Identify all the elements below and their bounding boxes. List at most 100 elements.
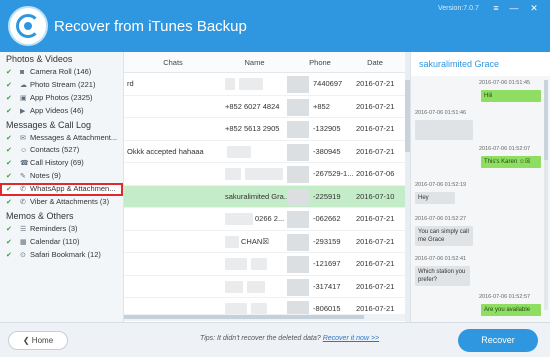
column-header-date[interactable]: Date — [353, 52, 397, 72]
chat-scrollbar[interactable] — [544, 80, 548, 310]
sidebar-item-camera-roll[interactable]: ✔ ◙ Camera Roll (146) — [0, 66, 123, 79]
checkbox-icon[interactable]: ✔ — [6, 252, 12, 259]
sidebar-item-calendar[interactable]: ✔ ▦ Calendar (110) — [0, 236, 123, 249]
sidebar-item-app-photos[interactable]: ✔ ▣ App Photos (2325) — [0, 92, 123, 105]
message-bubble-incoming — [415, 120, 473, 140]
cell-phone: -132905 — [287, 118, 353, 140]
sidebar-item-label: Viber & Attachments (3) — [30, 197, 110, 207]
cell-phone-text: -293159 — [313, 236, 341, 246]
note-icon: ✎ — [20, 173, 26, 181]
checkbox-icon[interactable]: ✔ — [6, 69, 12, 76]
recover-button[interactable]: Recover — [458, 329, 538, 352]
checkbox-icon[interactable]: ✔ — [6, 82, 12, 89]
table-header: Chats Name Phone Date — [124, 52, 405, 73]
redacted-block — [225, 78, 235, 91]
minimize-icon[interactable]: — — [508, 3, 520, 13]
sidebar-item-label: App Photos (2325) — [30, 92, 93, 102]
cell-chats — [124, 186, 222, 208]
cell-name — [222, 276, 287, 298]
message-timestamp: 2016-07-06 01:52:19 — [415, 182, 467, 188]
column-header-name[interactable]: Name — [222, 52, 287, 72]
sidebar-item-label: Safari Bookmark (12) — [30, 249, 101, 259]
sidebar-item-label: Reminders (3) — [30, 223, 78, 233]
recover-now-link[interactable]: Recover it now >> — [323, 335, 379, 342]
cell-phone-text: -380945 — [313, 146, 341, 156]
message-timestamp: 2016-07-06 01:51:45 — [479, 80, 531, 86]
close-icon[interactable]: ✕ — [528, 3, 540, 13]
window-title: Recover from iTunes Backup — [54, 18, 247, 35]
checkbox-icon[interactable]: ✔ — [6, 160, 12, 167]
contact-icon: ☺ — [20, 147, 28, 155]
bottom-bar: ❮ Home Tips: It didn't recover the delet… — [0, 322, 550, 357]
sidebar-item-photo-stream[interactable]: ✔ ☁ Photo Stream (221) — [0, 79, 123, 92]
table-row[interactable]: rd 7440697 2016-07-21 ... — [124, 73, 405, 96]
redacted-block — [225, 280, 243, 293]
cell-phone-text: -132905 — [313, 124, 341, 133]
cell-chats — [124, 253, 222, 275]
cell-date: 2016-07-21 ... — [356, 146, 397, 156]
sidebar-item-notes[interactable]: ✔ ✎ Notes (9) — [0, 170, 123, 183]
cell-name — [222, 163, 287, 185]
checkbox-icon[interactable]: ✔ — [6, 239, 12, 246]
table-row[interactable]: Okkk accepted hahaaa -380945 2016-07-21 ..… — [124, 141, 405, 163]
checkbox-icon[interactable]: ✔ — [6, 147, 12, 154]
reminder-icon: ☰ — [20, 225, 27, 233]
list-horizontal-scrollbar[interactable] — [124, 314, 405, 320]
menu-icon[interactable]: ≡ — [490, 3, 502, 13]
home-button[interactable]: ❮ Home — [8, 331, 68, 350]
checkbox-icon[interactable]: ✔ — [6, 108, 12, 115]
sidebar-item-viber[interactable]: ✔ ✆ Viber & Attachments (3) — [0, 196, 123, 209]
cell-phone: -062662 — [287, 208, 353, 230]
checkbox-icon[interactable]: ✔ — [6, 226, 12, 233]
table-row[interactable]: +852 6027 4824 +852 2016-07-21 ... — [124, 96, 405, 118]
chevron-left-icon: ❮ — [22, 336, 32, 345]
table-row[interactable]: CHAN☒ -293159 2016-07-21 ... — [124, 231, 405, 253]
checkbox-icon[interactable]: ✔ — [6, 186, 12, 193]
cell-phone: -121697 — [287, 253, 353, 275]
app-logo-icon — [8, 6, 48, 46]
message-bubble-outgoing: Hiii — [481, 90, 541, 102]
calendar-icon: ▦ — [20, 238, 27, 246]
cell-name-text: sakuralimited Gra... — [225, 191, 287, 201]
checkbox-icon[interactable]: ✔ — [6, 199, 12, 206]
table-row[interactable]: 0266 2... -062662 2016-07-21 ... — [124, 208, 405, 231]
tips-message: Tips: It didn't recover the deleted data… — [200, 335, 321, 342]
redacted-block — [225, 168, 241, 181]
table-row[interactable]: sakuralimited Gra... -225919 2016-07-10 ..… — [124, 185, 405, 208]
sidebar-item-reminders[interactable]: ✔ ☰ Reminders (3) — [0, 223, 123, 236]
table-row[interactable]: -121697 2016-07-21 ... — [124, 253, 405, 276]
cell-name-text: 0266 2... — [255, 214, 285, 223]
cell-date: 2016-07-21 ... — [356, 79, 397, 88]
table-row[interactable]: -317417 2016-07-21 ... — [124, 276, 405, 298]
sidebar-item-app-videos[interactable]: ✔ ▶ App Videos (46) — [0, 105, 123, 118]
sidebar-item-label: Messages & Attachment... — [30, 132, 118, 142]
table-row[interactable]: -267529-1...2016-07-06 ... — [124, 163, 405, 186]
sidebar-item-whatsapp[interactable]: ✔ ✆ WhatsApp & Attachmen... — [0, 183, 123, 197]
cell-name: +852 6027 4824 — [222, 96, 287, 118]
title-bar: Recover from iTunes Backup Version:7.0.7… — [0, 0, 550, 52]
sidebar-item-call-history[interactable]: ✔ ☎Call History (69) — [0, 157, 123, 170]
message-timestamp: 2016-07-06 01:51:46 — [415, 110, 467, 116]
table-row[interactable]: +852 5613 2905 -132905 2016-07-21 ... — [124, 118, 405, 141]
cell-phone: -317417 — [287, 276, 353, 298]
column-header-chats[interactable]: Chats — [124, 52, 222, 72]
cell-date: 2016-07-21 ... — [356, 259, 397, 268]
checkbox-icon[interactable]: ✔ — [6, 135, 12, 142]
whatsapp-icon: ✆ — [20, 186, 26, 194]
category-sidebar: Photos & Videos ✔ ◙ Camera Roll (146) ✔ ☁ Ph… — [0, 52, 124, 322]
sidebar-item-contacts[interactable]: ✔ ☺ Contacts (527) — [0, 144, 123, 157]
message-bubble-incoming: Hey — [415, 192, 455, 204]
message-bubble-outgoing: This's Karen ☺☒ — [481, 156, 541, 168]
cell-name-text: +852 6027 4824 — [225, 101, 280, 111]
cell-date: 2016-07-21 ... — [356, 236, 397, 246]
sidebar-item-label: Photo Stream (221) — [30, 79, 96, 89]
sidebar-item-messages[interactable]: ✔ ✉ Messages & Attachment... — [0, 132, 123, 145]
cell-name: sakuralimited Gra... — [222, 186, 287, 208]
checkbox-icon[interactable]: ✔ — [6, 95, 12, 102]
checkbox-icon[interactable]: ✔ — [6, 173, 12, 180]
sidebar-item-safari-bookmark[interactable]: ✔ ⊙ Safari Bookmark (12) — [0, 249, 123, 262]
column-header-phone[interactable]: Phone — [287, 52, 353, 72]
section-title: Memos & Others — [6, 210, 74, 221]
message-bubble-incoming: You can simply call me Grace — [415, 226, 473, 246]
cell-date: 2016-07-21 ... — [356, 124, 397, 133]
